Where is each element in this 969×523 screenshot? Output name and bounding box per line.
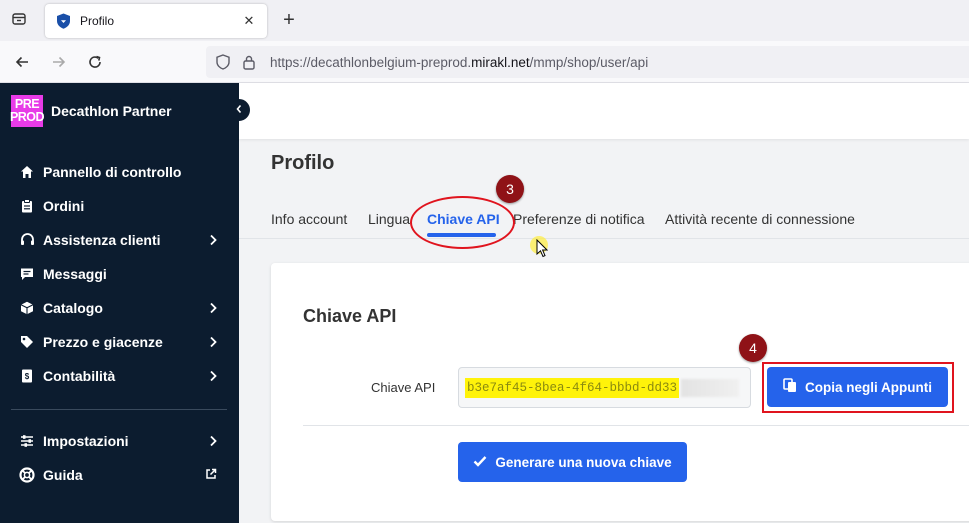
sidebar-item-catalog[interactable]: Catalogo — [0, 291, 239, 325]
forward-arrow-icon[interactable] — [48, 51, 70, 73]
generate-new-key-button[interactable]: Generare una nuova chiave — [458, 442, 687, 482]
home-icon — [19, 164, 35, 180]
url-path: /mmp/shop/user/api — [529, 55, 649, 70]
brand-name: Decathlon Partner — [51, 103, 172, 119]
chevron-left-icon — [235, 101, 243, 119]
sidebar-divider — [11, 409, 227, 410]
chevron-right-icon — [209, 434, 217, 452]
sidebar-item-help[interactable]: Guida — [0, 458, 239, 492]
step-4-badge: 4 — [739, 334, 767, 362]
lifebuoy-icon — [19, 467, 35, 483]
svg-text:$: $ — [25, 372, 30, 381]
browser-tab[interactable]: Profilo ✕ — [45, 4, 267, 38]
message-icon — [19, 266, 35, 282]
mouse-cursor-icon — [536, 238, 549, 263]
sidebar-item-label: Messaggi — [43, 266, 107, 282]
shield-favicon-icon — [55, 13, 71, 29]
sidebar-bottom-menu: Impostazioni Guida — [0, 424, 239, 492]
url-prefix: https://decathlonbelgium-preprod. — [270, 55, 472, 70]
invoice-icon: $ — [19, 368, 35, 384]
browser-tab-title: Profilo — [80, 14, 115, 28]
box-icon — [19, 300, 35, 316]
chevron-right-icon — [209, 335, 217, 353]
tag-icon — [19, 334, 35, 350]
lock-icon[interactable] — [242, 54, 256, 75]
sidebar: PRE PROD Decathlon Partner Pannello di c… — [0, 83, 250, 523]
card-divider — [303, 425, 969, 426]
tab-language[interactable]: Lingua — [368, 211, 410, 227]
sidebar-item-messages[interactable]: Messaggi — [0, 257, 239, 291]
sidebar-item-label: Pannello di controllo — [43, 164, 182, 180]
tab-account-info[interactable]: Info account — [271, 211, 347, 227]
headset-icon — [19, 232, 35, 248]
sliders-icon — [19, 433, 35, 449]
sidebar-item-settings[interactable]: Impostazioni — [0, 424, 239, 458]
sidebar-item-label: Ordini — [43, 198, 85, 214]
reload-icon[interactable] — [84, 51, 106, 73]
close-tab-icon[interactable]: ✕ — [241, 13, 257, 29]
tracking-shield-icon[interactable] — [216, 54, 230, 75]
clipboard-icon — [19, 198, 35, 214]
chevron-right-icon — [209, 233, 217, 251]
api-key-value: b3e7af45-8bea-4f64-bbbd-dd33 — [465, 378, 680, 398]
browser-tab-bar: Profilo ✕ + — [0, 0, 969, 41]
url-bar[interactable]: https://decathlonbelgium-preprod.mirakl.… — [206, 46, 969, 78]
page-title: Profilo — [271, 152, 335, 174]
sidebar-item-price-stock[interactable]: Prezzo e giacenze — [0, 325, 239, 359]
api-key-label: Chiave API — [371, 380, 436, 395]
preprod-logo: PRE PROD — [9, 95, 45, 127]
chevron-right-icon — [209, 301, 217, 319]
checkmark-icon — [473, 455, 487, 470]
api-key-field[interactable]: b3e7af45-8bea-4f64-bbbd-dd33 — [458, 367, 751, 408]
tab-notification-preferences[interactable]: Preferenze di notifica — [513, 211, 645, 227]
card-title: Chiave API — [303, 306, 397, 326]
tab-recent-connection-activity[interactable]: Attività recente di connessione — [665, 211, 855, 227]
tabs-divider — [239, 238, 969, 239]
new-tab-icon[interactable]: + — [278, 9, 300, 31]
annotation-highlight-box — [762, 362, 954, 413]
logo-line2: PROD — [9, 110, 45, 124]
url-domain: mirakl.net — [471, 55, 530, 70]
annotation-ellipse — [410, 196, 515, 249]
browser-nav-bar: https://decathlonbelgium-preprod.mirakl.… — [0, 41, 969, 83]
api-key-redacted-area — [681, 379, 739, 397]
back-arrow-icon[interactable] — [11, 51, 33, 73]
generate-button-label: Generare una nuova chiave — [495, 454, 672, 470]
top-header-bar — [239, 83, 969, 139]
url-text[interactable]: https://decathlonbelgium-preprod.mirakl.… — [270, 55, 648, 70]
sidebar-menu: Pannello di controllo Ordini Assistenza … — [0, 155, 239, 393]
sidebar-item-dashboard[interactable]: Pannello di controllo — [0, 155, 239, 189]
sidebar-item-accounting[interactable]: $ Contabilità — [0, 359, 239, 393]
sidebar-item-customer-care[interactable]: Assistenza clienti — [0, 223, 239, 257]
external-link-icon — [205, 467, 217, 485]
tab-list-icon[interactable] — [8, 8, 30, 30]
sidebar-item-orders[interactable]: Ordini — [0, 189, 239, 223]
chevron-right-icon — [209, 369, 217, 387]
step-3-badge: 3 — [496, 175, 524, 203]
collapse-sidebar-button[interactable] — [228, 99, 250, 121]
